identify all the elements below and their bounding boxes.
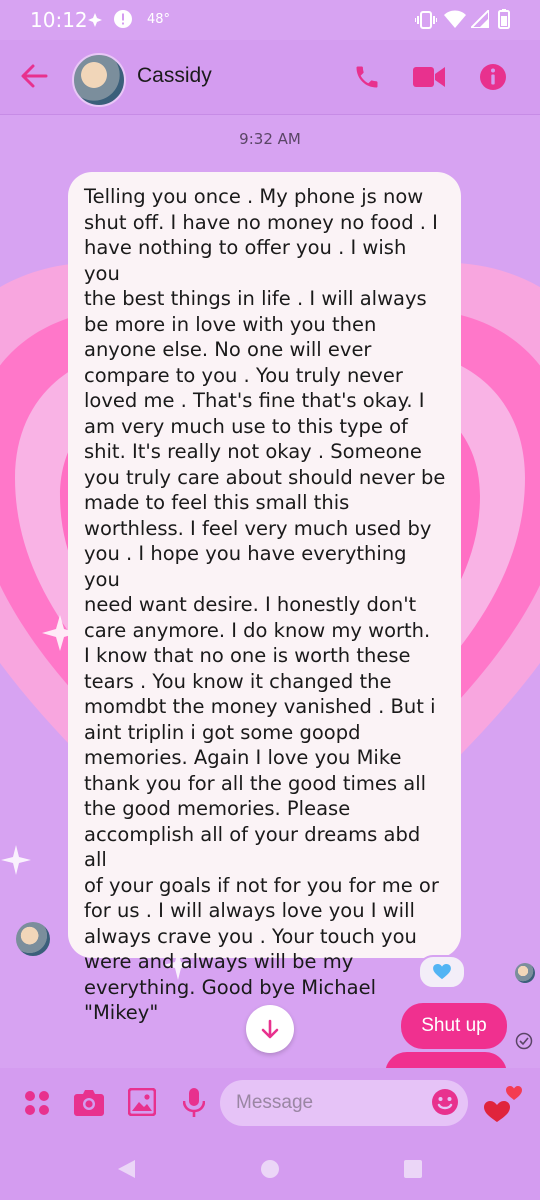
battery-icon <box>498 9 510 29</box>
message-timestamp: 9:32 AM <box>239 130 301 148</box>
contact-name[interactable]: Cassidy <box>137 64 212 88</box>
camera-icon[interactable] <box>74 1088 104 1116</box>
gallery-icon[interactable] <box>128 1088 156 1116</box>
outgoing-message-bubble[interactable]: Shut up <box>401 1003 507 1049</box>
mic-icon[interactable] <box>183 1088 205 1118</box>
info-icon[interactable] <box>479 63 507 91</box>
read-receipt-avatar <box>515 963 535 983</box>
status-temperature: 48° <box>147 12 171 27</box>
avatar[interactable] <box>72 53 126 107</box>
wifi-icon <box>444 10 466 28</box>
system-nav-bar <box>0 1140 540 1200</box>
video-icon[interactable] <box>413 64 445 90</box>
status-bar: 10:12 48° <box>0 0 540 40</box>
hearts-icon[interactable] <box>482 1080 528 1124</box>
phone-icon[interactable] <box>353 63 381 91</box>
nav-recents-icon[interactable] <box>403 1159 423 1179</box>
message-reaction[interactable] <box>418 955 466 989</box>
sparkle-icon <box>88 13 102 27</box>
blue-heart-icon <box>433 964 451 980</box>
apps-icon[interactable] <box>24 1090 50 1116</box>
vibrate-icon <box>415 11 437 29</box>
sender-avatar[interactable] <box>16 922 50 956</box>
sparkle-icon <box>1 845 31 875</box>
back-arrow-icon[interactable] <box>20 62 48 90</box>
incoming-message-bubble[interactable]: Telling you once . My phone js now shut … <box>68 172 461 1024</box>
message-composer: Message <box>0 1068 540 1140</box>
signal-icon <box>471 10 489 28</box>
arrow-down-icon <box>261 1019 279 1039</box>
nav-home-icon[interactable] <box>260 1159 280 1179</box>
scroll-to-bottom-button[interactable] <box>246 1005 294 1053</box>
delivered-check-icon <box>515 1032 533 1050</box>
conversation-header: Cassidy <box>0 40 540 115</box>
emoji-icon[interactable] <box>431 1088 459 1116</box>
status-time: 10:12 <box>30 8 88 32</box>
nav-back-icon[interactable] <box>115 1158 137 1180</box>
alert-icon <box>114 10 132 28</box>
